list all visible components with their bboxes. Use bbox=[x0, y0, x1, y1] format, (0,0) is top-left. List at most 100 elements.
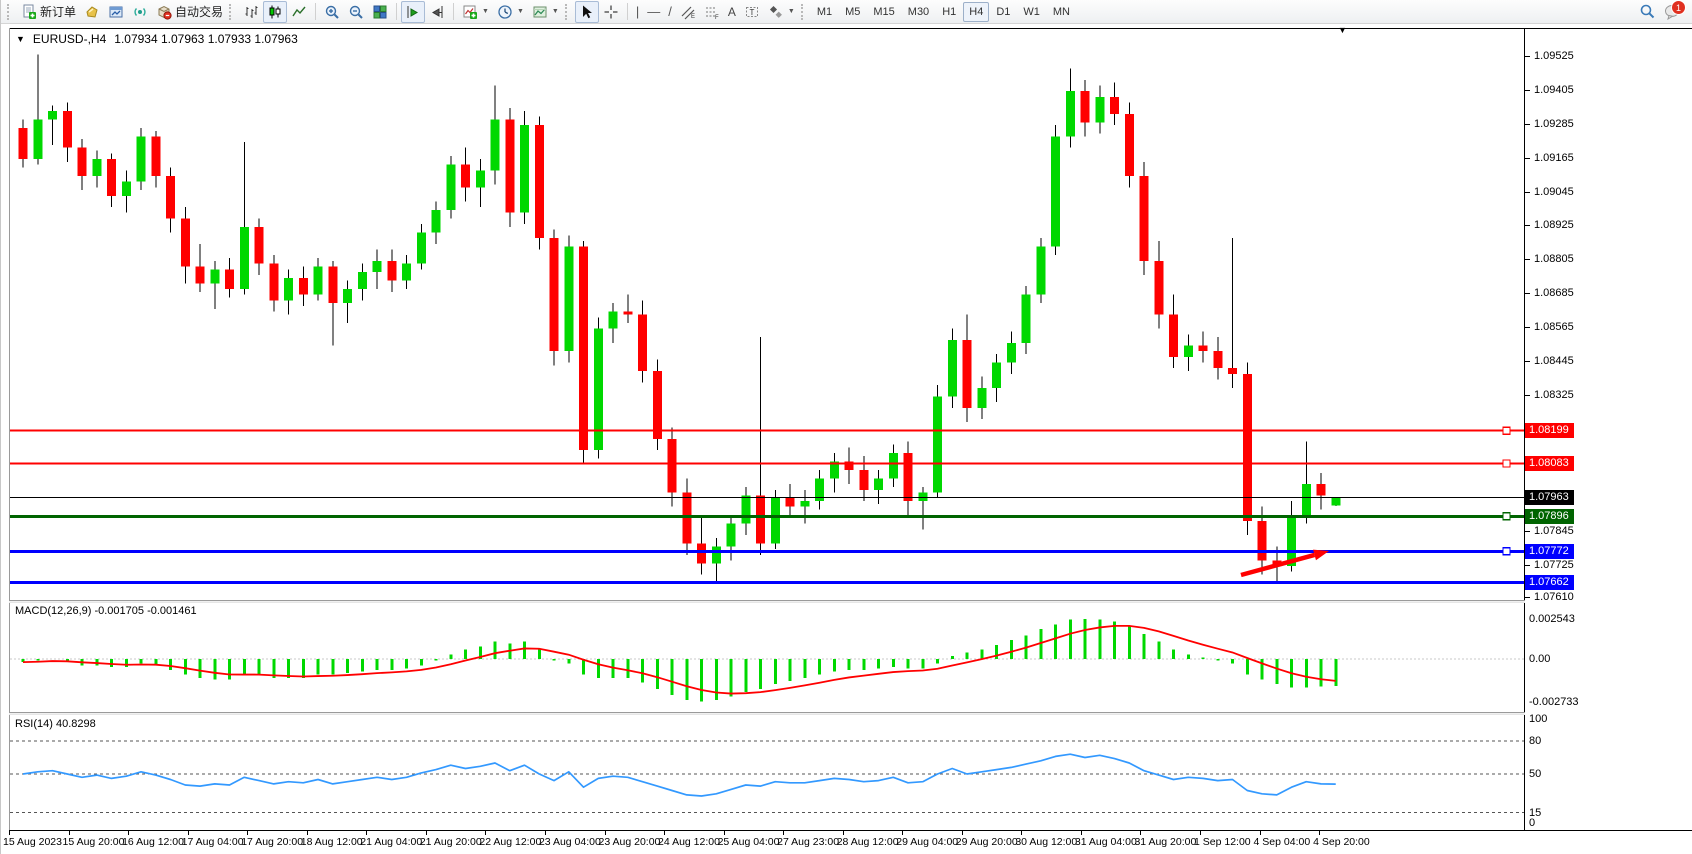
price-tick-label: 1.07610 bbox=[1534, 591, 1574, 603]
styles-button[interactable] bbox=[80, 1, 104, 23]
price-tick-label: 1.08805 bbox=[1534, 253, 1574, 265]
zoom-in-icon bbox=[324, 4, 340, 20]
svg-text:T: T bbox=[749, 8, 754, 17]
timeframe-H4[interactable]: H4 bbox=[963, 2, 989, 22]
time-tick bbox=[1319, 831, 1320, 835]
horizontal-line-tool[interactable]: — bbox=[643, 1, 664, 23]
time-label: 17 Aug 20:00 bbox=[241, 836, 303, 848]
timeframe-M30[interactable]: M30 bbox=[902, 2, 935, 22]
toolbar-separator bbox=[453, 3, 454, 20]
time-tick bbox=[1081, 831, 1082, 835]
time-label: 28 Aug 12:00 bbox=[837, 836, 899, 848]
price-tick bbox=[1525, 90, 1530, 91]
auto-trading-button[interactable]: 自动交易 bbox=[152, 1, 227, 23]
auto-trading-icon bbox=[156, 4, 172, 20]
mt4-window: 新订单 自动交易 bbox=[0, 0, 1692, 854]
autoscroll-button[interactable] bbox=[401, 1, 425, 23]
price-level-badge-1.07896: 1.07896 bbox=[1525, 509, 1574, 524]
channel-tool[interactable]: E bbox=[676, 1, 700, 23]
candle-chart-button[interactable] bbox=[263, 1, 287, 23]
chart-window-button[interactable] bbox=[104, 1, 128, 23]
price-tick-label: 1.09525 bbox=[1534, 50, 1574, 62]
new-order-icon bbox=[21, 4, 37, 20]
macd-scale-label: 0.002543 bbox=[1529, 613, 1575, 625]
line-chart-button[interactable] bbox=[287, 1, 311, 23]
toolbar-grip bbox=[565, 4, 571, 20]
cursor-button[interactable] bbox=[575, 1, 599, 23]
timeframe-MN[interactable]: MN bbox=[1047, 2, 1076, 22]
text-tool[interactable]: A bbox=[724, 1, 740, 23]
price-tick bbox=[1525, 531, 1530, 532]
chart-title-dropdown-icon[interactable]: ▼ bbox=[16, 34, 25, 44]
tile-windows-button[interactable] bbox=[368, 1, 392, 23]
crosshair-button[interactable] bbox=[599, 1, 623, 23]
text-label-icon: T bbox=[744, 4, 760, 20]
time-label: 24 Aug 12:00 bbox=[658, 836, 720, 848]
signal-button[interactable] bbox=[128, 1, 152, 23]
chart-ohlc-values: 1.07934 1.07963 1.07933 1.07963 bbox=[114, 32, 298, 46]
line-chart-icon bbox=[291, 4, 307, 20]
price-tick bbox=[1525, 565, 1530, 566]
bar-chart-icon bbox=[243, 4, 259, 20]
time-tick bbox=[9, 831, 10, 835]
fibonacci-icon: F bbox=[704, 4, 720, 20]
toolbar-grip bbox=[7, 4, 13, 20]
time-label: 18 Aug 12:00 bbox=[301, 836, 363, 848]
price-tick bbox=[1525, 361, 1530, 362]
periods-button[interactable]: ▼ bbox=[493, 1, 528, 23]
main-chart-pane[interactable] bbox=[10, 29, 1524, 600]
timeframe-D1[interactable]: D1 bbox=[990, 2, 1016, 22]
indicators-button[interactable]: ▼ bbox=[458, 1, 493, 23]
search-icon[interactable] bbox=[1639, 3, 1656, 20]
macd-pane bbox=[10, 603, 1524, 712]
price-tick bbox=[1525, 124, 1530, 125]
rsi-scale-label: 50 bbox=[1529, 768, 1541, 780]
chart-corner-marker-icon[interactable]: ▼ bbox=[1338, 25, 1347, 35]
timeframe-M1[interactable]: M1 bbox=[811, 2, 838, 22]
time-label: 31 Aug 04:00 bbox=[1075, 836, 1137, 848]
rsi-pane bbox=[10, 715, 1524, 830]
time-tick bbox=[128, 831, 129, 835]
zoom-out-button[interactable] bbox=[344, 1, 368, 23]
time-tick bbox=[843, 831, 844, 835]
time-label: 21 Aug 20:00 bbox=[420, 836, 482, 848]
rsi-label: RSI(14) 40.8298 bbox=[15, 718, 96, 730]
timeframe-H1[interactable]: H1 bbox=[936, 2, 962, 22]
fibonacci-tool[interactable]: F bbox=[700, 1, 724, 23]
chart-symbol-period: EURUSD-,H4 bbox=[33, 32, 106, 46]
time-tick bbox=[1260, 831, 1261, 835]
zoom-in-button[interactable] bbox=[320, 1, 344, 23]
toolbar: 新订单 自动交易 bbox=[1, 0, 1692, 24]
price-tick-label: 1.08325 bbox=[1534, 389, 1574, 401]
notification-badge: 1 bbox=[1671, 0, 1686, 15]
price-tick-label: 1.09405 bbox=[1534, 84, 1574, 96]
arrows-tool[interactable]: ▼ bbox=[764, 1, 799, 23]
timeframe-W1[interactable]: W1 bbox=[1017, 2, 1046, 22]
text-label-tool[interactable]: T bbox=[740, 1, 764, 23]
time-tick bbox=[962, 831, 963, 835]
time-tick bbox=[1200, 831, 1201, 835]
vertical-line-tool[interactable]: | bbox=[632, 1, 643, 23]
price-tick bbox=[1525, 293, 1530, 294]
rsi-levels bbox=[10, 741, 1524, 813]
chart-shift-button[interactable] bbox=[425, 1, 449, 23]
bar-chart-button[interactable] bbox=[239, 1, 263, 23]
time-label: 30 Aug 12:00 bbox=[1015, 836, 1077, 848]
time-tick bbox=[545, 831, 546, 835]
time-label: 27 Aug 23:00 bbox=[777, 836, 839, 848]
trendline-tool[interactable]: / bbox=[664, 1, 676, 23]
notifications-icon[interactable]: 1 bbox=[1664, 3, 1682, 20]
price-tick-label: 1.09285 bbox=[1534, 118, 1574, 130]
template-icon bbox=[532, 4, 548, 20]
timeframe-M5[interactable]: M5 bbox=[839, 2, 866, 22]
tile-windows-icon bbox=[372, 4, 388, 20]
timeframe-M15[interactable]: M15 bbox=[867, 2, 900, 22]
new-order-button[interactable]: 新订单 bbox=[17, 1, 80, 23]
macd-histogram bbox=[23, 619, 1336, 701]
arrow-annotation[interactable] bbox=[1241, 550, 1329, 575]
price-tick-label: 1.09165 bbox=[1534, 152, 1574, 164]
templates-button[interactable]: ▼ bbox=[528, 1, 563, 23]
time-label: 22 Aug 12:00 bbox=[479, 836, 541, 848]
price-tick bbox=[1525, 56, 1530, 57]
rsi-scale-label: 0 bbox=[1529, 817, 1535, 829]
